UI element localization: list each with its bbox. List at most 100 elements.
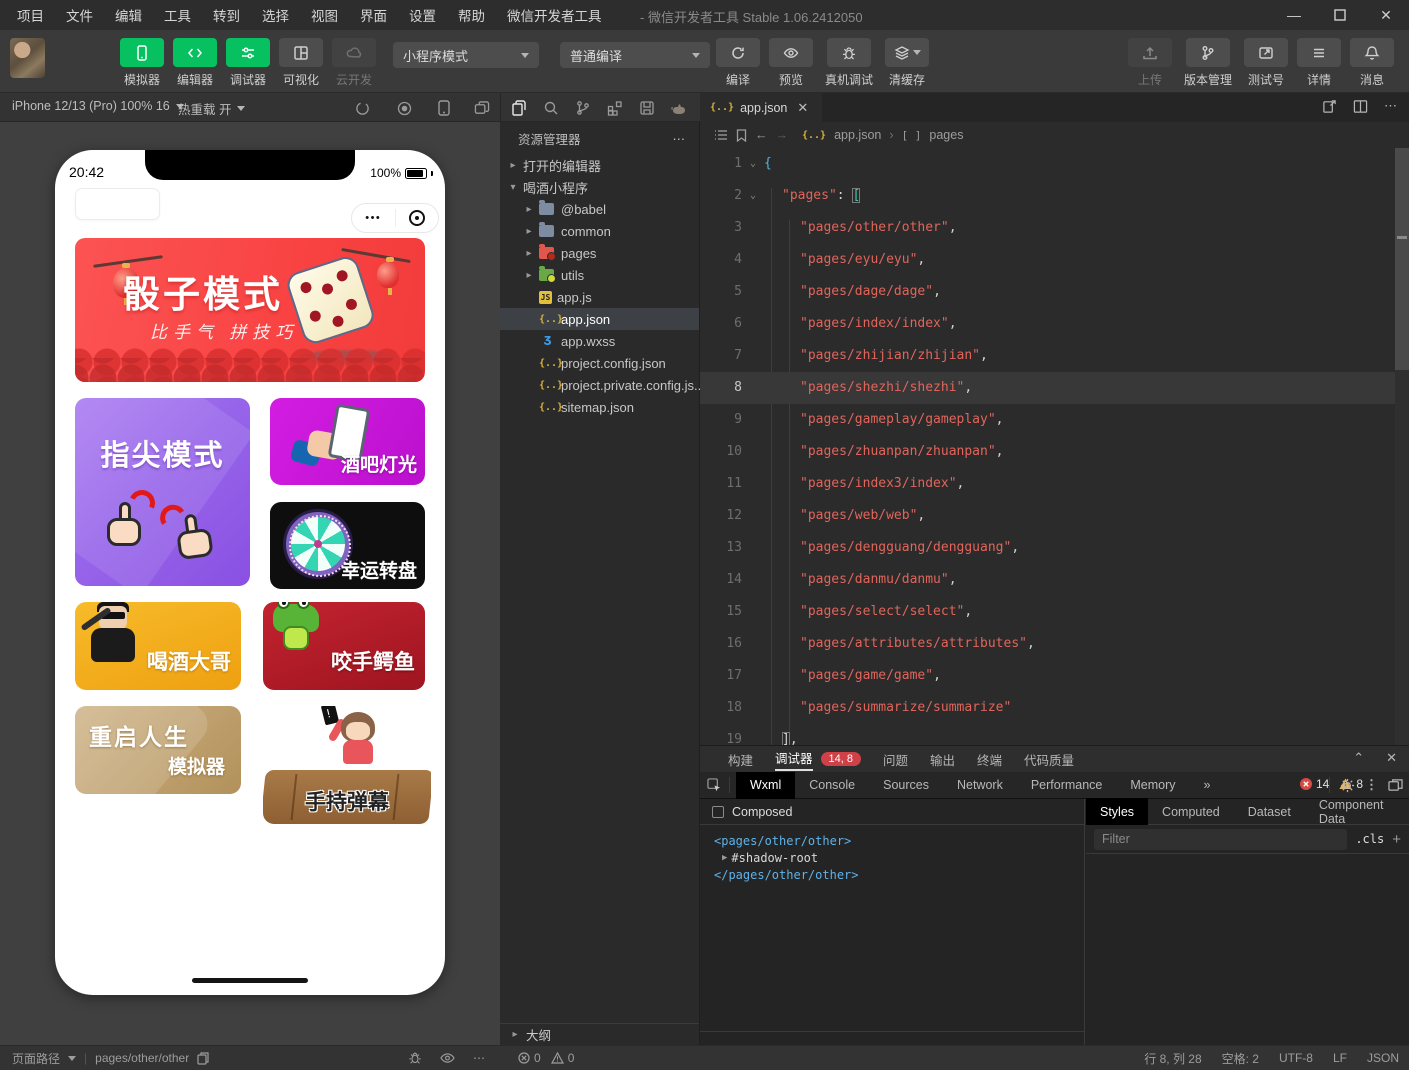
- toolbar-button-云开发[interactable]: 云开发: [330, 38, 378, 88]
- avatar[interactable]: [10, 38, 45, 78]
- dom-open-tag[interactable]: <pages/other/other>: [714, 833, 1084, 850]
- file-@babel[interactable]: ▸@babel: [500, 198, 699, 220]
- menu-转到[interactable]: 转到: [204, 2, 249, 28]
- toolbar-button-编辑器[interactable]: 编辑器: [171, 38, 219, 88]
- code-line-18[interactable]: 18 "pages/summarize/summarize": [700, 692, 1395, 724]
- new-style-rule-button[interactable]: +: [1392, 831, 1401, 848]
- debugger-tab-调试器[interactable]: 调试器: [775, 748, 813, 771]
- devtools-tab-Console[interactable]: Console: [795, 772, 869, 799]
- copy-path-icon[interactable]: [197, 1052, 209, 1065]
- compile-select[interactable]: 普通编译: [560, 42, 710, 68]
- collapse-panel-icon[interactable]: ⌃: [1353, 750, 1364, 766]
- indent-setting[interactable]: 空格: 2: [1222, 1050, 1259, 1067]
- debugger-tab-输出[interactable]: 输出: [930, 750, 955, 769]
- styles-tab-Styles[interactable]: Styles: [1086, 798, 1148, 825]
- tile-handheld-danmaku[interactable]: 手持弹幕: [263, 706, 431, 824]
- menu-视图[interactable]: 视图: [302, 2, 347, 28]
- menu-微信开发者工具[interactable]: 微信开发者工具: [498, 2, 611, 28]
- fold-icon[interactable]: ⌄: [742, 180, 764, 212]
- toolbar-button-预览[interactable]: 预览: [767, 38, 815, 88]
- tile-lucky-wheel[interactable]: 幸运转盘: [270, 502, 425, 589]
- tile-dice-mode[interactable]: 骰子模式 比手气 拼技巧: [75, 238, 425, 382]
- code-line-6[interactable]: 6 "pages/index/index",: [700, 308, 1395, 340]
- menu-设置[interactable]: 设置: [400, 2, 445, 28]
- undock-icon[interactable]: [1388, 778, 1403, 792]
- debugger-tab-问题[interactable]: 问题: [883, 750, 908, 769]
- code-area[interactable]: 1⌄{2⌄"pages": [3 "pages/other/other",4 "…: [700, 148, 1395, 745]
- close-button[interactable]: ✕: [1363, 0, 1409, 30]
- bookmark-icon[interactable]: [736, 129, 747, 142]
- code-line-16[interactable]: 16 "pages/attributes/attributes",: [700, 628, 1395, 660]
- tab-app-json[interactable]: {..} app.json ✕: [700, 93, 822, 122]
- extensions-icon[interactable]: [605, 98, 625, 118]
- code-line-12[interactable]: 12 "pages/web/web",: [700, 500, 1395, 532]
- page-path-label[interactable]: 页面路径: [12, 1050, 60, 1067]
- outline-icon[interactable]: [714, 129, 728, 141]
- exit-miniprogram-icon[interactable]: [396, 210, 439, 226]
- styles-tab-Component Data[interactable]: Component Data: [1305, 798, 1409, 825]
- file-project.config.json[interactable]: {..}project.config.json: [500, 352, 699, 374]
- minimize-button[interactable]: —: [1271, 0, 1317, 30]
- multi-window-icon[interactable]: [472, 98, 492, 118]
- dom-tree[interactable]: <pages/other/other> ▶ #shadow-root </pag…: [700, 825, 1084, 884]
- menu-界面[interactable]: 界面: [351, 2, 396, 28]
- tree-section-打开的编辑器[interactable]: ▸打开的编辑器: [500, 154, 699, 176]
- code-line-1[interactable]: 1⌄{: [700, 148, 1395, 180]
- toggle-class-button[interactable]: .cls: [1355, 832, 1384, 846]
- open-preview-icon[interactable]: [1322, 99, 1337, 114]
- more-menu-icon[interactable]: •••: [352, 212, 395, 224]
- menu-项目[interactable]: 项目: [8, 2, 53, 28]
- rotate-icon[interactable]: [352, 98, 372, 118]
- menu-选择[interactable]: 选择: [253, 2, 298, 28]
- device-select[interactable]: iPhone 12/13 (Pro) 100% 16: [12, 99, 184, 113]
- close-tab-icon[interactable]: ✕: [797, 100, 808, 116]
- devtools-tab-Sources[interactable]: Sources: [869, 772, 943, 799]
- cursor-position[interactable]: 行 8, 列 28: [1144, 1050, 1201, 1067]
- code-line-19[interactable]: 19 ],: [700, 724, 1395, 745]
- tile-fingertip-mode[interactable]: 指尖模式: [75, 398, 250, 586]
- toolbar-button-测试号[interactable]: 测试号: [1242, 38, 1290, 88]
- settings-gear-icon[interactable]: [1340, 778, 1355, 793]
- toolbar-button-消息[interactable]: 消息: [1348, 38, 1396, 88]
- expand-arrow-icon[interactable]: ▶: [722, 850, 727, 867]
- devtools-tab-Performance[interactable]: Performance: [1017, 772, 1117, 799]
- breadcrumb-file[interactable]: app.json: [834, 128, 881, 142]
- search-icon[interactable]: [541, 98, 561, 118]
- code-line-10[interactable]: 10 "pages/zhuanpan/zhuanpan",: [700, 436, 1395, 468]
- devtools-tab-Memory[interactable]: Memory: [1116, 772, 1189, 799]
- toolbar-button-上传[interactable]: 上传: [1126, 38, 1174, 88]
- fold-icon[interactable]: ⌄: [742, 148, 764, 180]
- file-pages[interactable]: ▸pages: [500, 242, 699, 264]
- toolbar-button-详情[interactable]: 详情: [1295, 38, 1343, 88]
- hot-reload-toggle[interactable]: 热重载 开: [178, 99, 245, 118]
- debugger-tab-构建[interactable]: 构建: [728, 750, 753, 769]
- problems-warnings[interactable]: 0: [551, 1051, 575, 1065]
- code-line-9[interactable]: 9 "pages/gameplay/gameplay",: [700, 404, 1395, 436]
- more-actions-icon[interactable]: ⋯: [673, 131, 686, 146]
- back-icon[interactable]: ←: [755, 128, 768, 142]
- menu-文件[interactable]: 文件: [57, 2, 102, 28]
- toolbar-button-清缓存[interactable]: 清缓存: [883, 38, 931, 88]
- more-options-icon[interactable]: ⋮: [1365, 777, 1378, 793]
- menu-帮助[interactable]: 帮助: [449, 2, 494, 28]
- code-line-8[interactable]: 8 "pages/shezhi/shezhi",: [700, 372, 1395, 404]
- devtools-tab-Network[interactable]: Network: [943, 772, 1017, 799]
- forward-icon[interactable]: →: [776, 128, 789, 142]
- preview-eye-icon[interactable]: [440, 1052, 455, 1064]
- more-icon[interactable]: ⋯: [473, 1051, 485, 1065]
- code-line-14[interactable]: 14 "pages/danmu/danmu",: [700, 564, 1395, 596]
- dom-close-tag[interactable]: </pages/other/other>: [714, 867, 1084, 884]
- styles-tab-Dataset[interactable]: Dataset: [1234, 798, 1305, 825]
- toolbar-button-可视化[interactable]: 可视化: [277, 38, 325, 88]
- mode-select[interactable]: 小程序模式: [393, 42, 539, 68]
- files-icon[interactable]: [509, 98, 529, 118]
- code-line-11[interactable]: 11 "pages/index3/index",: [700, 468, 1395, 500]
- debugger-tab-代码质量[interactable]: 代码质量: [1024, 750, 1074, 769]
- encoding[interactable]: UTF-8: [1279, 1051, 1313, 1065]
- menu-工具[interactable]: 工具: [155, 2, 200, 28]
- file-utils[interactable]: ▸utils: [500, 264, 699, 286]
- eol-setting[interactable]: LF: [1333, 1051, 1347, 1065]
- problems-errors[interactable]: 0: [518, 1051, 541, 1065]
- file-app.js[interactable]: JSapp.js: [500, 286, 699, 308]
- code-line-13[interactable]: 13 "pages/dengguang/dengguang",: [700, 532, 1395, 564]
